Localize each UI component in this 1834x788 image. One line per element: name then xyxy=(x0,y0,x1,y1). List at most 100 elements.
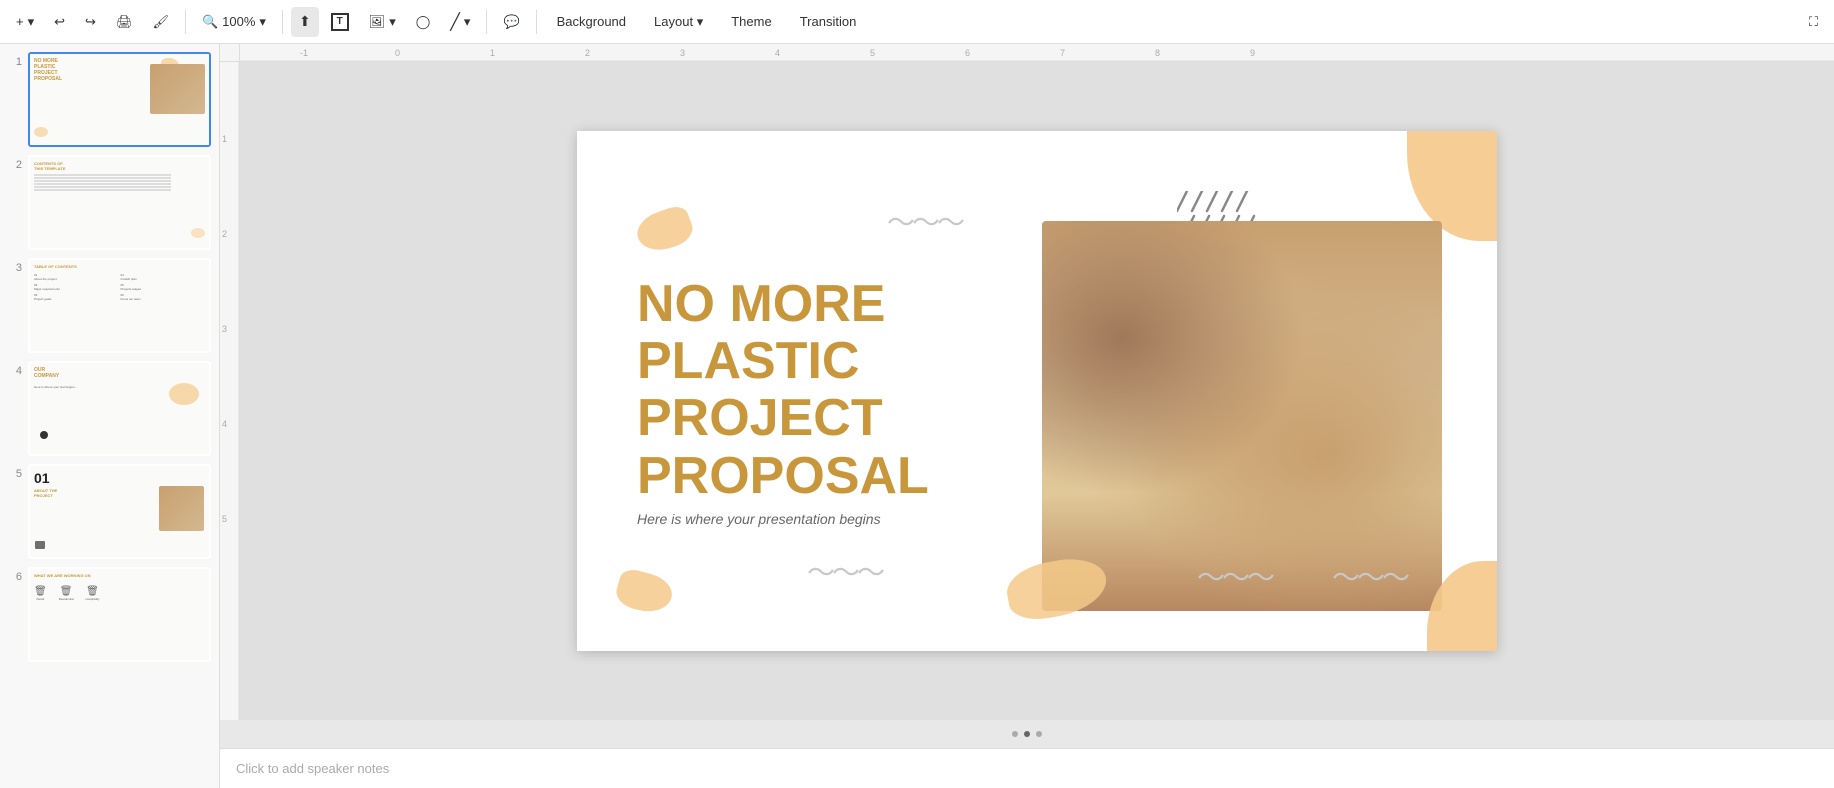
svg-text:-1: -1 xyxy=(300,48,308,58)
sep1 xyxy=(185,10,186,34)
deco-blob-bc xyxy=(1003,553,1111,625)
canvas-content: 〜〜〜 xyxy=(240,62,1834,720)
comment-icon: 💬 xyxy=(503,14,519,30)
cursor-icon: ⬆ xyxy=(299,13,311,30)
deco-wave-tc: 〜〜〜 xyxy=(887,201,962,241)
lines-button[interactable]: ╱ ▾ xyxy=(442,7,478,37)
dot-2 xyxy=(1024,731,1030,737)
slide-num-5: 5 xyxy=(8,464,22,480)
slide-1-content: NO MOREPLASTICPROJECTPROPOSAL xyxy=(30,54,209,145)
slide-thumb-img-1[interactable]: NO MOREPLASTICPROJECTPROPOSAL xyxy=(28,52,211,147)
transition-button[interactable]: Transition xyxy=(788,7,869,37)
slide-main-title: NO MORE PLASTIC PROJECT PROPOSAL xyxy=(637,276,1017,505)
deco-wave-br: 〜〜〜 xyxy=(1332,556,1407,596)
slide-3-content: TABLE OF CONTENTS 01About the project 04… xyxy=(30,260,209,351)
slide-num-6: 6 xyxy=(8,567,22,583)
deco-blob-tl xyxy=(632,203,697,258)
layout-button[interactable]: Layout ▾ xyxy=(642,7,715,37)
notes-placeholder: Click to add speaker notes xyxy=(236,761,389,776)
ruler-horizontal: -1 0 1 2 3 4 5 6 7 8 9 xyxy=(240,44,1834,62)
slide-2-lines xyxy=(34,174,205,191)
notes-area[interactable]: Click to add speaker notes xyxy=(220,748,1834,788)
slide-thumb-img-6[interactable]: WHAT WE ARE WORKING ON 🗑 Retail 🗑 Reside… xyxy=(28,567,211,662)
canvas-area: -1 0 1 2 3 4 5 6 7 8 9 1 xyxy=(220,44,1834,788)
paintformat-icon: 🖌 xyxy=(152,14,169,30)
undo-icon: ↩ xyxy=(54,14,65,30)
slide-thumb-img-4[interactable]: OURCOMPANY Here is where your text begin… xyxy=(28,361,211,456)
dot-1 xyxy=(1012,731,1018,737)
print-icon: 🖨 xyxy=(116,14,133,30)
toolbar: + ▾ ↩ ↪ 🖨 🖌 🔍 100% ▾ ⬆ T 🖼 ▾ ◯ ╱ ▾ 💬 Bac… xyxy=(0,0,1834,44)
svg-text:8: 8 xyxy=(1155,48,1160,58)
deco-wave-bc2: 〜〜〜 xyxy=(1197,556,1272,596)
slide-4-title: OURCOMPANY xyxy=(34,367,205,379)
sep2 xyxy=(282,10,283,34)
expand-icon: ⛶ xyxy=(1809,14,1818,30)
expand-button[interactable]: ⛶ xyxy=(1801,7,1826,37)
svg-text:9: 9 xyxy=(1250,48,1255,58)
main-area: 1 NO MOREPLASTICPROJECTPROPOSAL 2 CONTEN… xyxy=(0,44,1834,788)
svg-text:3: 3 xyxy=(680,48,685,58)
svg-text:7: 7 xyxy=(1060,48,1065,58)
shapes-button[interactable]: ◯ xyxy=(408,7,439,37)
dot-3 xyxy=(1036,731,1042,737)
slide-thumb-3[interactable]: 3 TABLE OF CONTENTS 01About the project … xyxy=(8,258,211,353)
slide-2-content: CONTENTS OFTHIS TEMPLATE xyxy=(30,157,209,248)
svg-text:1: 1 xyxy=(490,48,495,58)
svg-text:6: 6 xyxy=(965,48,970,58)
add-icon: + xyxy=(16,14,24,29)
layout-dropdown-icon: ▾ xyxy=(697,14,704,29)
deco-wave-bc1: 〜〜〜 xyxy=(807,551,882,591)
slide-thumb-6[interactable]: 6 WHAT WE ARE WORKING ON 🗑 Retail 🗑 Resi… xyxy=(8,567,211,662)
zoom-dropdown-icon: ▾ xyxy=(259,14,266,30)
add-button[interactable]: + ▾ xyxy=(8,7,42,37)
slide-thumb-img-3[interactable]: TABLE OF CONTENTS 01About the project 04… xyxy=(28,258,211,353)
svg-text:5: 5 xyxy=(222,514,227,524)
redo-button[interactable]: ↪ xyxy=(77,7,104,37)
layout-label: Layout xyxy=(654,14,693,29)
svg-text:5: 5 xyxy=(870,48,875,58)
undo-button[interactable]: ↩ xyxy=(46,7,73,37)
slide-thumb-5[interactable]: 5 01 ABOUT THEPROJECT xyxy=(8,464,211,559)
slide-num-4: 4 xyxy=(8,361,22,377)
sep3 xyxy=(486,10,487,34)
image-dropdown-icon: ▾ xyxy=(389,14,396,30)
slide-thumb-4[interactable]: 4 OURCOMPANY Here is where your text beg… xyxy=(8,361,211,456)
slide-thumb-2[interactable]: 2 CONTENTS OFTHIS TEMPLATE xyxy=(8,155,211,250)
ruler-vertical: 1 2 3 4 5 xyxy=(220,62,240,720)
slide-main-subtitle: Here is where your presentation begins xyxy=(637,511,881,527)
textbox-button[interactable]: T xyxy=(323,7,357,37)
slide-4-content: OURCOMPANY Here is where your text begin… xyxy=(30,363,209,454)
slide-num-2: 2 xyxy=(8,155,22,171)
select-button[interactable]: ⬆ xyxy=(291,7,319,37)
slide-dots xyxy=(220,720,1834,748)
sep4 xyxy=(536,10,537,34)
paintformat-button[interactable]: 🖌 xyxy=(144,7,177,37)
image-button[interactable]: 🖼 ▾ xyxy=(361,7,404,37)
slide-thumb-1[interactable]: 1 NO MOREPLASTICPROJECTPROPOSAL xyxy=(8,52,211,147)
slide-3-grid: 01About the project 04Growth plan 02Majo… xyxy=(34,273,205,301)
slide-thumb-img-5[interactable]: 01 ABOUT THEPROJECT xyxy=(28,464,211,559)
slide-num-1: 1 xyxy=(8,52,22,68)
comment-button[interactable]: 💬 xyxy=(495,7,527,37)
slide-3-title: TABLE OF CONTENTS xyxy=(34,264,205,269)
slide-5-content: 01 ABOUT THEPROJECT xyxy=(30,466,209,557)
svg-text:3: 3 xyxy=(222,324,227,334)
svg-text:4: 4 xyxy=(775,48,780,58)
slide-num-3: 3 xyxy=(8,258,22,274)
ruler-corner xyxy=(220,44,240,62)
slide-main[interactable]: 〜〜〜 xyxy=(577,131,1497,651)
print-button[interactable]: 🖨 xyxy=(108,7,141,37)
slide-thumb-img-2[interactable]: CONTENTS OFTHIS TEMPLATE xyxy=(28,155,211,250)
slide-main-photo xyxy=(1042,221,1442,611)
svg-text:2: 2 xyxy=(585,48,590,58)
slide-5-num: 01 xyxy=(34,470,205,486)
lines-icon: ╱ xyxy=(450,12,460,32)
zoom-label: 100% xyxy=(222,14,255,29)
add-dropdown-icon: ▾ xyxy=(28,14,35,30)
background-button[interactable]: Background xyxy=(545,7,638,37)
slide-6-title: WHAT WE ARE WORKING ON xyxy=(34,573,205,578)
zoom-button[interactable]: 🔍 100% ▾ xyxy=(194,7,274,37)
slide-panel: 1 NO MOREPLASTICPROJECTPROPOSAL 2 CONTEN… xyxy=(0,44,220,788)
theme-button[interactable]: Theme xyxy=(719,7,783,37)
